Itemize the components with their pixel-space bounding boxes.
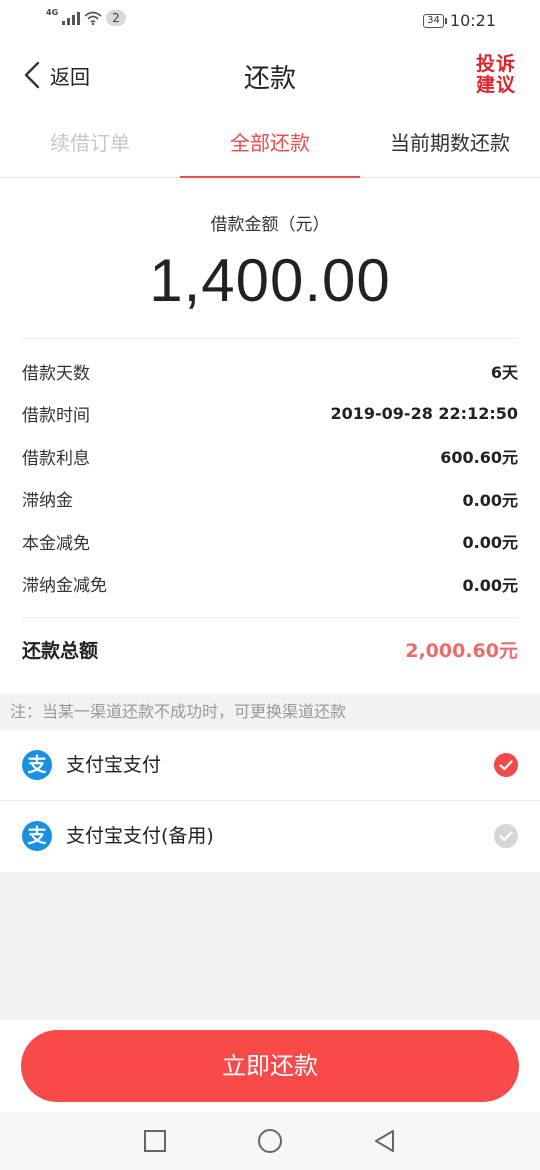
detail-key: 滞纳金 xyxy=(22,491,73,512)
status-right: 34 10:21 xyxy=(423,11,496,30)
circle-icon xyxy=(258,1129,282,1153)
empty-area xyxy=(0,872,540,1020)
loan-amount-value: 1,400.00 xyxy=(149,247,391,314)
loan-amount-label: 借款金额（元） xyxy=(210,215,330,235)
loan-details: 借款天数 6天 借款时间 2019-09-28 22:12:50 借款利息 60… xyxy=(22,350,518,605)
total-value: 2,000.60元 xyxy=(405,640,518,662)
detail-value: 6天 xyxy=(490,363,518,383)
divider xyxy=(22,338,518,339)
payment-label: 支付宝支付(备用) xyxy=(66,825,214,847)
detail-row-interest: 借款利息 600.60元 xyxy=(22,435,518,478)
clock: 10:21 xyxy=(449,11,496,30)
total-label: 还款总额 xyxy=(22,640,99,662)
battery-icon: 34 xyxy=(423,13,447,28)
status-left: 4G 2 xyxy=(46,7,126,26)
detail-row-late-fee: 滞纳金 0.00元 xyxy=(22,478,518,521)
divider xyxy=(22,617,518,618)
system-nav-bar xyxy=(0,1112,540,1170)
payment-option-alipay[interactable]: 支 支付宝支付 xyxy=(0,730,540,801)
notification-badge: 2 xyxy=(106,10,126,26)
payment-label: 支付宝支付 xyxy=(66,754,162,776)
alipay-icon: 支 xyxy=(22,750,52,780)
page-title: 还款 xyxy=(243,64,296,94)
detail-key: 借款时间 xyxy=(22,406,90,427)
detail-key: 借款利息 xyxy=(22,448,90,469)
bottom-action-area: 立即还款 xyxy=(0,1020,540,1112)
recent-apps-button[interactable] xyxy=(142,1128,168,1154)
unchecked-icon[interactable] xyxy=(494,824,518,848)
repay-now-button[interactable]: 立即还款 xyxy=(21,1030,519,1102)
detail-row-late-fee-waiver: 滞纳金减免 0.00元 xyxy=(22,563,518,606)
back-nav-button[interactable] xyxy=(372,1128,398,1154)
detail-row-time: 借款时间 2019-09-28 22:12:50 xyxy=(22,393,518,436)
complain-button[interactable]: 投诉建议 xyxy=(474,54,518,96)
network-type: 4G xyxy=(46,7,59,17)
alipay-icon: 支 xyxy=(22,821,52,851)
detail-value: 600.60元 xyxy=(440,448,518,468)
detail-key: 滞纳金减免 xyxy=(22,576,107,597)
tab-current-period-repayment[interactable]: 当前期数还款 xyxy=(360,112,540,177)
detail-key: 借款天数 xyxy=(22,363,90,384)
tab-bar: 续借订单 全部还款 当前期数还款 xyxy=(0,112,540,178)
wifi-icon xyxy=(84,11,102,25)
detail-value: 0.00元 xyxy=(462,490,518,510)
payment-option-alipay-backup[interactable]: 支 支付宝支付(备用) xyxy=(0,801,540,872)
detail-row-principal-waiver: 本金减免 0.00元 xyxy=(22,520,518,563)
repayment-total: 还款总额 2,000.60元 xyxy=(22,636,518,663)
detail-value: 0.00元 xyxy=(462,575,518,595)
channel-note: 注：当某一渠道还款不成功时，可更换渠道还款 xyxy=(0,694,540,730)
tab-renew-orders[interactable]: 续借订单 xyxy=(0,112,180,177)
header: 返回 还款 投诉建议 xyxy=(0,42,540,112)
home-button[interactable] xyxy=(257,1128,283,1154)
detail-key: 本金减免 xyxy=(22,533,90,554)
detail-value: 0.00元 xyxy=(462,533,518,553)
detail-row-days: 借款天数 6天 xyxy=(22,350,518,393)
tab-full-repayment[interactable]: 全部还款 xyxy=(180,112,360,178)
status-bar: 4G 2 34 10:21 xyxy=(0,0,540,42)
detail-value: 2019-09-28 22:12:50 xyxy=(330,404,518,424)
triangle-back-icon xyxy=(375,1130,394,1152)
square-icon xyxy=(144,1130,166,1152)
checked-icon[interactable] xyxy=(494,753,518,777)
signal-icon xyxy=(62,11,81,25)
